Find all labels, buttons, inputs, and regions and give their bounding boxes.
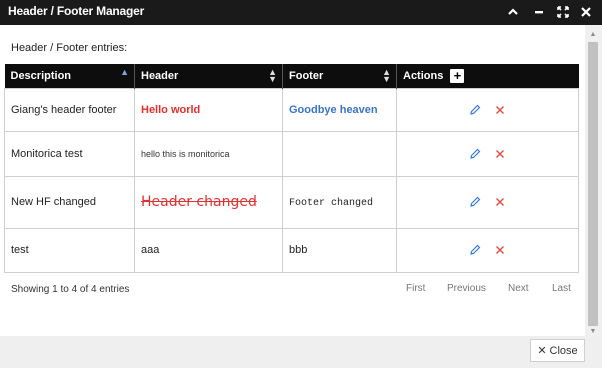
add-entry-icon[interactable]: + bbox=[450, 68, 465, 83]
cell-header: hello this is monitorica bbox=[134, 130, 283, 177]
column-header-actions: Actions + bbox=[396, 64, 579, 88]
scrollbar-thumb[interactable] bbox=[588, 42, 598, 326]
edit-icon[interactable] bbox=[469, 196, 481, 208]
cell-actions bbox=[396, 130, 579, 177]
column-header-header[interactable]: Header ▲ ▼ bbox=[134, 64, 283, 88]
table-info: Showing 1 to 4 of 4 entries bbox=[11, 284, 130, 295]
cell-description: Monitorica test bbox=[4, 130, 135, 177]
table-row: New HF changed Header changed Footer cha… bbox=[4, 175, 579, 229]
delete-icon[interactable] bbox=[494, 104, 506, 116]
cell-footer bbox=[282, 130, 397, 177]
minimize-icon[interactable] bbox=[530, 3, 548, 21]
edit-icon[interactable] bbox=[469, 148, 481, 160]
cell-header: Header changed bbox=[134, 175, 283, 229]
pager-last[interactable]: Last bbox=[552, 283, 571, 294]
cell-footer: bbb bbox=[282, 227, 397, 273]
sort-icon: ▲ ▼ bbox=[382, 67, 391, 84]
cell-actions bbox=[396, 227, 579, 273]
cell-footer: Goodbye heaven bbox=[282, 87, 397, 132]
section-label: Header / Footer entries: bbox=[11, 42, 128, 54]
collapse-icon[interactable] bbox=[504, 3, 522, 21]
scroll-up-icon[interactable]: ▲ bbox=[588, 28, 598, 40]
sort-icon: ▲ ▼ bbox=[268, 67, 277, 84]
pager-next[interactable]: Next bbox=[508, 283, 529, 294]
close-x-icon: ✕ bbox=[537, 345, 547, 357]
cell-description: New HF changed bbox=[4, 175, 135, 229]
cell-header: Hello world bbox=[134, 87, 283, 132]
delete-icon[interactable] bbox=[494, 196, 506, 208]
dialog-footer: ✕ Close bbox=[0, 336, 602, 368]
dialog-content: Header / Footer entries: Description ▲ H… bbox=[0, 25, 585, 336]
column-header-footer[interactable]: Footer ▲ ▼ bbox=[282, 64, 397, 88]
window-title: Header / Footer Manager bbox=[8, 4, 145, 18]
cell-footer: Footer changed bbox=[282, 175, 397, 229]
edit-icon[interactable] bbox=[469, 104, 481, 116]
table-row: test aaa bbb bbox=[4, 227, 579, 273]
window-titlebar: Header / Footer Manager bbox=[0, 0, 602, 25]
cell-actions bbox=[396, 87, 579, 132]
maximize-icon[interactable] bbox=[554, 3, 572, 21]
close-window-icon[interactable] bbox=[577, 3, 595, 21]
edit-icon[interactable] bbox=[469, 244, 481, 256]
cell-actions bbox=[396, 175, 579, 229]
delete-icon[interactable] bbox=[494, 148, 506, 160]
cell-description: Giang's header footer bbox=[4, 87, 135, 132]
column-header-description[interactable]: Description ▲ bbox=[4, 64, 135, 88]
close-button[interactable]: ✕ Close bbox=[530, 339, 585, 362]
table-row: Monitorica test hello this is monitorica bbox=[4, 130, 579, 177]
delete-icon[interactable] bbox=[494, 244, 506, 256]
pager-first[interactable]: First bbox=[406, 283, 425, 294]
cell-header: aaa bbox=[134, 227, 283, 273]
entries-table: Description ▲ Header ▲ ▼ Footer ▲ ▼ Action… bbox=[4, 64, 579, 273]
sort-asc-icon: ▲ bbox=[120, 67, 129, 77]
cell-description: test bbox=[4, 227, 135, 273]
table-row: Giang's header footer Hello world Goodby… bbox=[4, 87, 579, 132]
pager-previous[interactable]: Previous bbox=[447, 283, 486, 294]
